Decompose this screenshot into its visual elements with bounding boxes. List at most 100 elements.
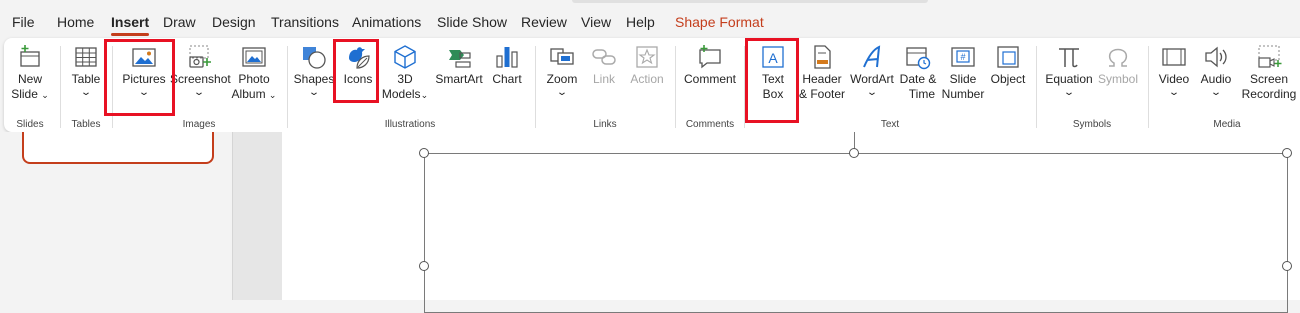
link-button[interactable]: Link — [586, 44, 622, 87]
date-time-button[interactable]: Date & Time — [897, 44, 939, 102]
audio-button[interactable]: Audio ⌄ — [1196, 44, 1236, 98]
tab-home[interactable]: Home — [57, 14, 94, 30]
wordart-icon — [863, 45, 881, 68]
link-label: Link — [592, 72, 615, 86]
pictures-label: Pictures — [122, 72, 166, 86]
text-box-label-line2: Box — [762, 87, 784, 101]
resize-handle-middle-left[interactable] — [419, 261, 429, 271]
chart-icon — [496, 47, 518, 68]
header-footer-icon — [814, 45, 831, 69]
photo-album-button[interactable]: Photo Album ⌄ — [228, 44, 280, 103]
video-label: Video — [1158, 72, 1190, 86]
photo-album-icon — [242, 47, 266, 67]
group-divider — [744, 46, 745, 128]
chevron-down-icon: ⌄ — [420, 90, 429, 100]
group-divider — [675, 46, 676, 128]
text-box-button[interactable]: A Text Box — [750, 44, 796, 102]
resize-handle-middle-right[interactable] — [1282, 261, 1292, 271]
tab-transitions[interactable]: Transitions — [271, 14, 339, 30]
comment-button[interactable]: Comment — [682, 44, 738, 87]
tab-file[interactable]: File — [12, 14, 35, 30]
screenshot-icon — [189, 45, 211, 68]
group-label-comments: Comments — [685, 119, 735, 130]
group-label-tables: Tables — [71, 119, 101, 130]
photo-album-label-line1: Photo — [238, 72, 270, 86]
slide-number-button[interactable]: # Slide Number — [940, 44, 986, 102]
smartart-button[interactable]: SmartArt — [432, 44, 486, 87]
3d-models-button[interactable]: 3D Models⌄ — [380, 44, 430, 103]
object-label: Object — [990, 72, 1026, 86]
tab-shape-format[interactable]: Shape Format — [675, 14, 764, 30]
symbol-label: Symbol — [1097, 72, 1138, 86]
3d-models-label-line1: 3D — [397, 72, 413, 86]
comment-icon — [699, 45, 721, 69]
tab-insert[interactable]: Insert — [111, 14, 150, 36]
smartart-icon — [449, 50, 471, 68]
chevron-down-icon: ⌄ — [41, 90, 49, 100]
resize-handle-top-right[interactable] — [1282, 148, 1292, 158]
wordart-button[interactable]: WordArt ⌄ — [848, 44, 896, 98]
table-button[interactable]: Table ⌄ — [66, 44, 106, 98]
chevron-down-icon: ⌄ — [866, 87, 878, 98]
resize-handle-top-left[interactable] — [419, 148, 429, 158]
group-label-media: Media — [1213, 119, 1241, 130]
equation-button[interactable]: Equation ⌄ — [1042, 44, 1096, 98]
screen-recording-button[interactable]: Screen Recording — [1238, 44, 1300, 102]
screen-recording-label-line1: Screen — [1249, 72, 1289, 86]
object-icon — [997, 46, 1019, 68]
tab-review[interactable]: Review — [521, 14, 567, 30]
svg-text:A: A — [768, 50, 778, 66]
group-label-symbols: Symbols — [1072, 119, 1112, 130]
date-time-label-line2: Time — [908, 87, 935, 101]
zoom-button[interactable]: Zoom ⌄ — [542, 44, 582, 98]
slide-thumbnail[interactable] — [22, 132, 214, 164]
zoom-icon — [550, 48, 574, 65]
link-icon — [592, 49, 616, 65]
new-slide-label-line1: New — [17, 72, 42, 86]
tab-draw[interactable]: Draw — [163, 14, 196, 30]
slide-number-label-line2: Number — [941, 87, 985, 101]
group-divider — [1036, 46, 1037, 128]
3d-models-label-line2: Models — [381, 87, 421, 101]
group-label-slides: Slides — [16, 119, 44, 130]
tab-slide-show[interactable]: Slide Show — [437, 14, 507, 30]
tab-help[interactable]: Help — [626, 14, 655, 30]
tab-view[interactable]: View — [581, 14, 611, 30]
tab-design[interactable]: Design — [212, 14, 256, 30]
group-label-images: Images — [182, 119, 216, 130]
object-button[interactable]: Object — [988, 44, 1028, 87]
selected-text-box[interactable] — [424, 153, 1288, 313]
search-box-edge[interactable] — [572, 0, 928, 3]
chart-label: Chart — [492, 72, 522, 86]
table-icon — [75, 47, 97, 67]
group-divider — [535, 46, 536, 128]
slide-number-icon: # — [951, 47, 975, 67]
text-box-icon: A — [762, 46, 784, 68]
new-slide-label-line2: Slide — [11, 87, 38, 101]
wordart-label: WordArt — [850, 72, 894, 86]
zoom-label: Zoom — [546, 72, 578, 86]
new-slide-button[interactable]: New Slide ⌄ — [8, 44, 52, 103]
header-footer-label-line1: Header — [802, 72, 842, 86]
chart-button[interactable]: Chart — [488, 44, 526, 87]
action-button[interactable]: Action — [626, 44, 668, 87]
smartart-label: SmartArt — [435, 72, 483, 86]
icons-button[interactable]: Icons — [338, 44, 378, 87]
resize-handle-top-center[interactable] — [849, 148, 859, 158]
group-label-illustrations: Illustrations — [384, 119, 436, 130]
symbol-button[interactable]: Symbol — [1096, 44, 1140, 87]
group-label-links: Links — [593, 119, 617, 130]
screen-recording-icon — [1258, 45, 1282, 68]
group-divider — [112, 46, 113, 128]
shapes-button[interactable]: Shapes ⌄ — [292, 44, 336, 98]
omega-icon — [1108, 48, 1128, 67]
tab-animations[interactable]: Animations — [352, 14, 421, 30]
chevron-down-icon: ⌄ — [1063, 87, 1075, 98]
calendar-icon — [906, 47, 931, 70]
audio-label: Audio — [1200, 72, 1232, 86]
screenshot-button[interactable]: Screenshot ⌄ — [170, 44, 231, 98]
chevron-down-icon: ⌄ — [268, 90, 277, 100]
chevron-down-icon: ⌄ — [308, 87, 320, 98]
ribbon-tabs: File Home Insert Draw Design Transitions… — [0, 11, 1300, 36]
equation-label: Equation — [1045, 72, 1093, 86]
